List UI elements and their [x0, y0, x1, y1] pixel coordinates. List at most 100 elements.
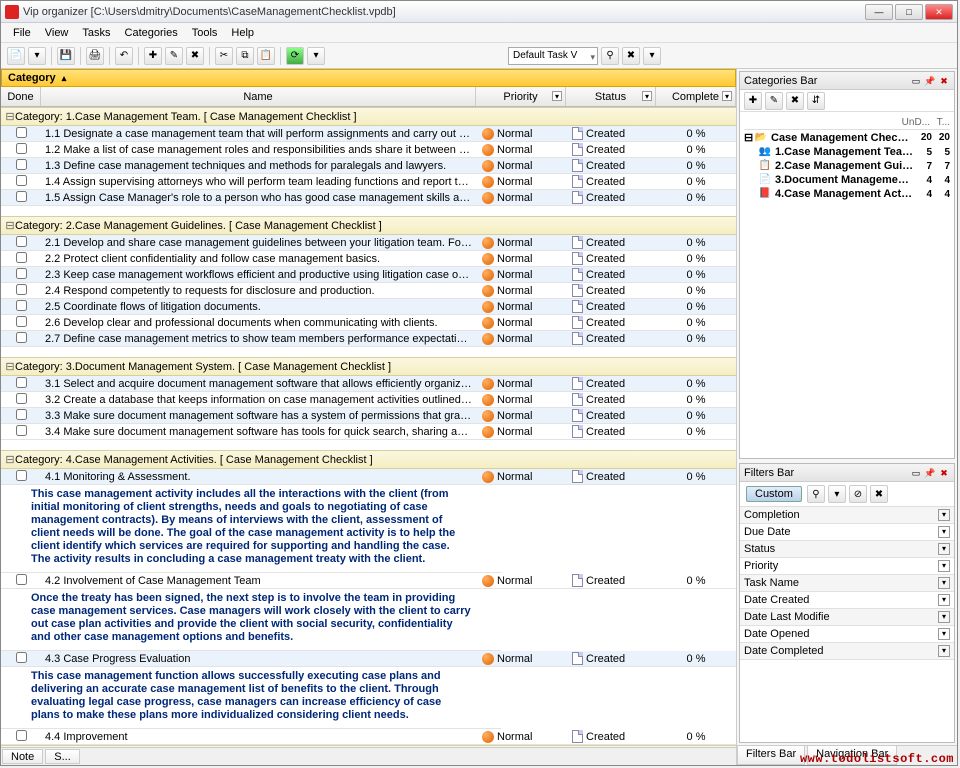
more-button[interactable]: ▾ [643, 47, 661, 65]
new-task-button[interactable]: ✚ [144, 47, 162, 65]
chevron-down-icon[interactable]: ▾ [938, 645, 950, 657]
task-checkbox[interactable] [16, 316, 27, 327]
print-button[interactable]: 🖨 [86, 47, 104, 65]
chevron-down-icon[interactable]: ▾ [642, 91, 652, 101]
task-row[interactable]: 2.4 Respond competently to requests for … [1, 283, 736, 299]
task-row[interactable]: 4.2 Involvement of Case Management TeamN… [1, 573, 736, 589]
task-row[interactable]: 4.1 Monitoring & Assessment.NormalCreate… [1, 469, 736, 485]
panel-menu-icon[interactable]: ▭ [910, 75, 922, 87]
col-complete[interactable]: Complete▾ [656, 87, 736, 106]
tree-item[interactable]: 📄3.Document Management Syst44 [744, 173, 950, 187]
task-row[interactable]: 1.5 Assign Case Manager's role to a pers… [1, 190, 736, 206]
filter-button[interactable]: ⚲ [601, 47, 619, 65]
collapse-icon[interactable]: ⊟ [5, 360, 15, 373]
chevron-down-icon[interactable]: ▾ [938, 577, 950, 589]
view-combo[interactable]: Default Task V [508, 47, 598, 65]
chevron-up-icon[interactable]: ▴ [62, 73, 67, 84]
task-checkbox[interactable] [16, 127, 27, 138]
clear-filter-button[interactable]: ✖ [622, 47, 640, 65]
edit-task-button[interactable]: ✎ [165, 47, 183, 65]
tree-item[interactable]: ⊟📂Case Management Checklist2020 [744, 130, 950, 145]
task-row[interactable]: 2.7 Define case management metrics to sh… [1, 331, 736, 347]
tree-item[interactable]: 👥1.Case Management Team.55 [744, 145, 950, 159]
filter-clear-button[interactable]: ⊘ [849, 485, 867, 503]
task-row[interactable]: 2.3 Keep case management workflows effic… [1, 267, 736, 283]
cat-del-button[interactable]: ✖ [786, 92, 804, 110]
copy-button[interactable]: ⧉ [236, 47, 254, 65]
task-row[interactable]: 2.2 Protect client confidentiality and f… [1, 251, 736, 267]
tab-filters-bar[interactable]: Filters Bar [737, 746, 805, 765]
col-status[interactable]: Status▾ [566, 87, 656, 106]
task-row[interactable]: 3.1 Select and acquire document manageme… [1, 376, 736, 392]
chevron-down-icon[interactable]: ▾ [938, 526, 950, 538]
chevron-down-icon[interactable]: ▾ [938, 509, 950, 521]
minimize-button[interactable]: — [865, 4, 893, 20]
paste-button[interactable]: 📋 [257, 47, 275, 65]
tree-item[interactable]: 📋2.Case Management Guideline77 [744, 159, 950, 173]
task-checkbox[interactable] [16, 470, 27, 481]
chevron-down-icon[interactable]: ▾ [938, 543, 950, 555]
task-checkbox[interactable] [16, 332, 27, 343]
task-checkbox[interactable] [16, 159, 27, 170]
cat-new-button[interactable]: ✚ [744, 92, 762, 110]
filter-row[interactable]: Date Opened▾ [740, 626, 954, 643]
task-row[interactable]: 3.2 Create a database that keeps informa… [1, 392, 736, 408]
filter-row[interactable]: Status▾ [740, 541, 954, 558]
chevron-down-icon[interactable]: ▾ [722, 91, 732, 101]
chevron-down-icon[interactable]: ▾ [938, 594, 950, 606]
menu-tasks[interactable]: Tasks [76, 25, 116, 41]
task-checkbox[interactable] [16, 300, 27, 311]
collapse-icon[interactable]: ⊟ [5, 453, 15, 466]
maximize-button[interactable]: □ [895, 4, 923, 20]
task-checkbox[interactable] [16, 268, 27, 279]
close-button[interactable]: ✕ [925, 4, 953, 20]
task-checkbox[interactable] [16, 574, 27, 585]
save-button[interactable]: 💾 [57, 47, 75, 65]
task-checkbox[interactable] [16, 252, 27, 263]
open-button[interactable]: ▾ [28, 47, 46, 65]
cat-edit-button[interactable]: ✎ [765, 92, 783, 110]
task-checkbox[interactable] [16, 425, 27, 436]
dropdown-button[interactable]: ▾ [307, 47, 325, 65]
filter-row[interactable]: Priority▾ [740, 558, 954, 575]
col-done[interactable]: Done [1, 87, 41, 106]
task-row[interactable]: 2.5 Coordinate flows of litigation docum… [1, 299, 736, 315]
filter-row[interactable]: Date Last Modifie▾ [740, 609, 954, 626]
filter-dropdown-button[interactable]: ▾ [828, 485, 846, 503]
tree-item[interactable]: 📕4.Case Management Activities44 [744, 187, 950, 201]
task-row[interactable]: 3.4 Make sure document management softwa… [1, 424, 736, 440]
menu-help[interactable]: Help [225, 25, 260, 41]
task-checkbox[interactable] [16, 236, 27, 247]
menu-file[interactable]: File [7, 25, 37, 41]
filter-row[interactable]: Date Created▾ [740, 592, 954, 609]
menu-view[interactable]: View [39, 25, 75, 41]
chevron-down-icon[interactable]: ▾ [938, 560, 950, 572]
menu-tools[interactable]: Tools [186, 25, 224, 41]
task-row[interactable]: 1.1 Designate a case management team tha… [1, 126, 736, 142]
task-checkbox[interactable] [16, 393, 27, 404]
task-row[interactable]: 2.6 Develop clear and professional docum… [1, 315, 736, 331]
collapse-icon[interactable]: ⊟ [5, 110, 15, 123]
task-checkbox[interactable] [16, 377, 27, 388]
panel-close-icon[interactable]: ✖ [938, 75, 950, 87]
task-checkbox[interactable] [16, 191, 27, 202]
task-checkbox[interactable] [16, 143, 27, 154]
task-checkbox[interactable] [16, 175, 27, 186]
refresh-button[interactable]: ⟳ [286, 47, 304, 65]
task-row[interactable]: 1.4 Assign supervising attorneys who wil… [1, 174, 736, 190]
task-row[interactable]: 1.3 Define case management techniques an… [1, 158, 736, 174]
task-checkbox[interactable] [16, 284, 27, 295]
task-row[interactable]: 1.2 Make a list of case management roles… [1, 142, 736, 158]
filter-remove-button[interactable]: ✖ [870, 485, 888, 503]
category-row[interactable]: ⊟ Category: 3.Document Management System… [1, 357, 736, 376]
panel-menu-icon[interactable]: ▭ [910, 467, 922, 479]
task-row[interactable]: 2.1 Develop and share case management gu… [1, 235, 736, 251]
undo-button[interactable]: ↶ [115, 47, 133, 65]
col-name[interactable]: Name [41, 87, 476, 106]
new-button[interactable]: 📄 [7, 47, 25, 65]
menu-categories[interactable]: Categories [119, 25, 184, 41]
status-button[interactable]: Note [2, 749, 43, 764]
category-row[interactable]: ⊟ Category: 2.Case Management Guidelines… [1, 216, 736, 235]
chevron-down-icon[interactable]: ▾ [938, 611, 950, 623]
status-button[interactable]: S... [45, 749, 80, 764]
